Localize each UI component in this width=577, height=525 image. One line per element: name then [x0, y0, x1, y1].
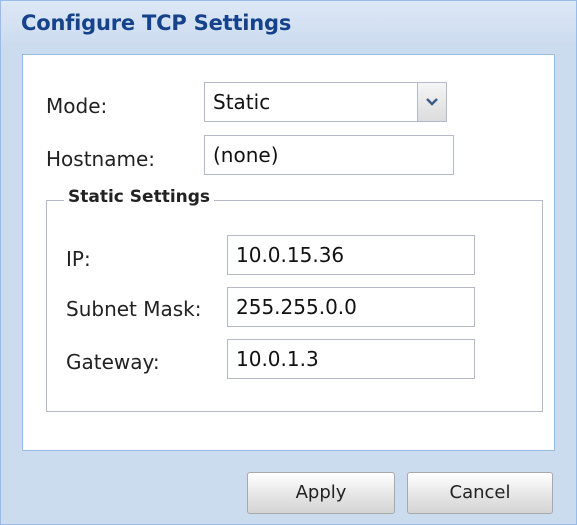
- cancel-button[interactable]: Cancel: [407, 472, 553, 514]
- chevron-down-icon: [426, 98, 438, 106]
- gateway-input[interactable]: [227, 339, 475, 379]
- gateway-label: Gateway:: [66, 350, 160, 374]
- hostname-input[interactable]: [204, 135, 454, 175]
- static-settings-legend: Static Settings: [64, 187, 215, 207]
- apply-button[interactable]: Apply: [247, 472, 395, 514]
- dialog-title: Configure TCP Settings: [21, 11, 292, 35]
- subnet-mask-label: Subnet Mask:: [66, 297, 202, 321]
- dialog-titlebar[interactable]: Configure TCP Settings: [1, 1, 576, 43]
- mode-dropdown-trigger[interactable]: [417, 82, 447, 122]
- subnet-mask-input[interactable]: [227, 287, 475, 327]
- mode-label: Mode:: [46, 94, 108, 118]
- mode-selected-value: Static: [213, 90, 271, 114]
- configure-tcp-dialog: Configure TCP Settings Mode: Static Host…: [0, 0, 577, 525]
- ip-input[interactable]: [227, 235, 475, 275]
- hostname-label: Hostname:: [46, 147, 155, 171]
- mode-select[interactable]: Static: [204, 82, 447, 122]
- ip-label: IP:: [66, 247, 91, 271]
